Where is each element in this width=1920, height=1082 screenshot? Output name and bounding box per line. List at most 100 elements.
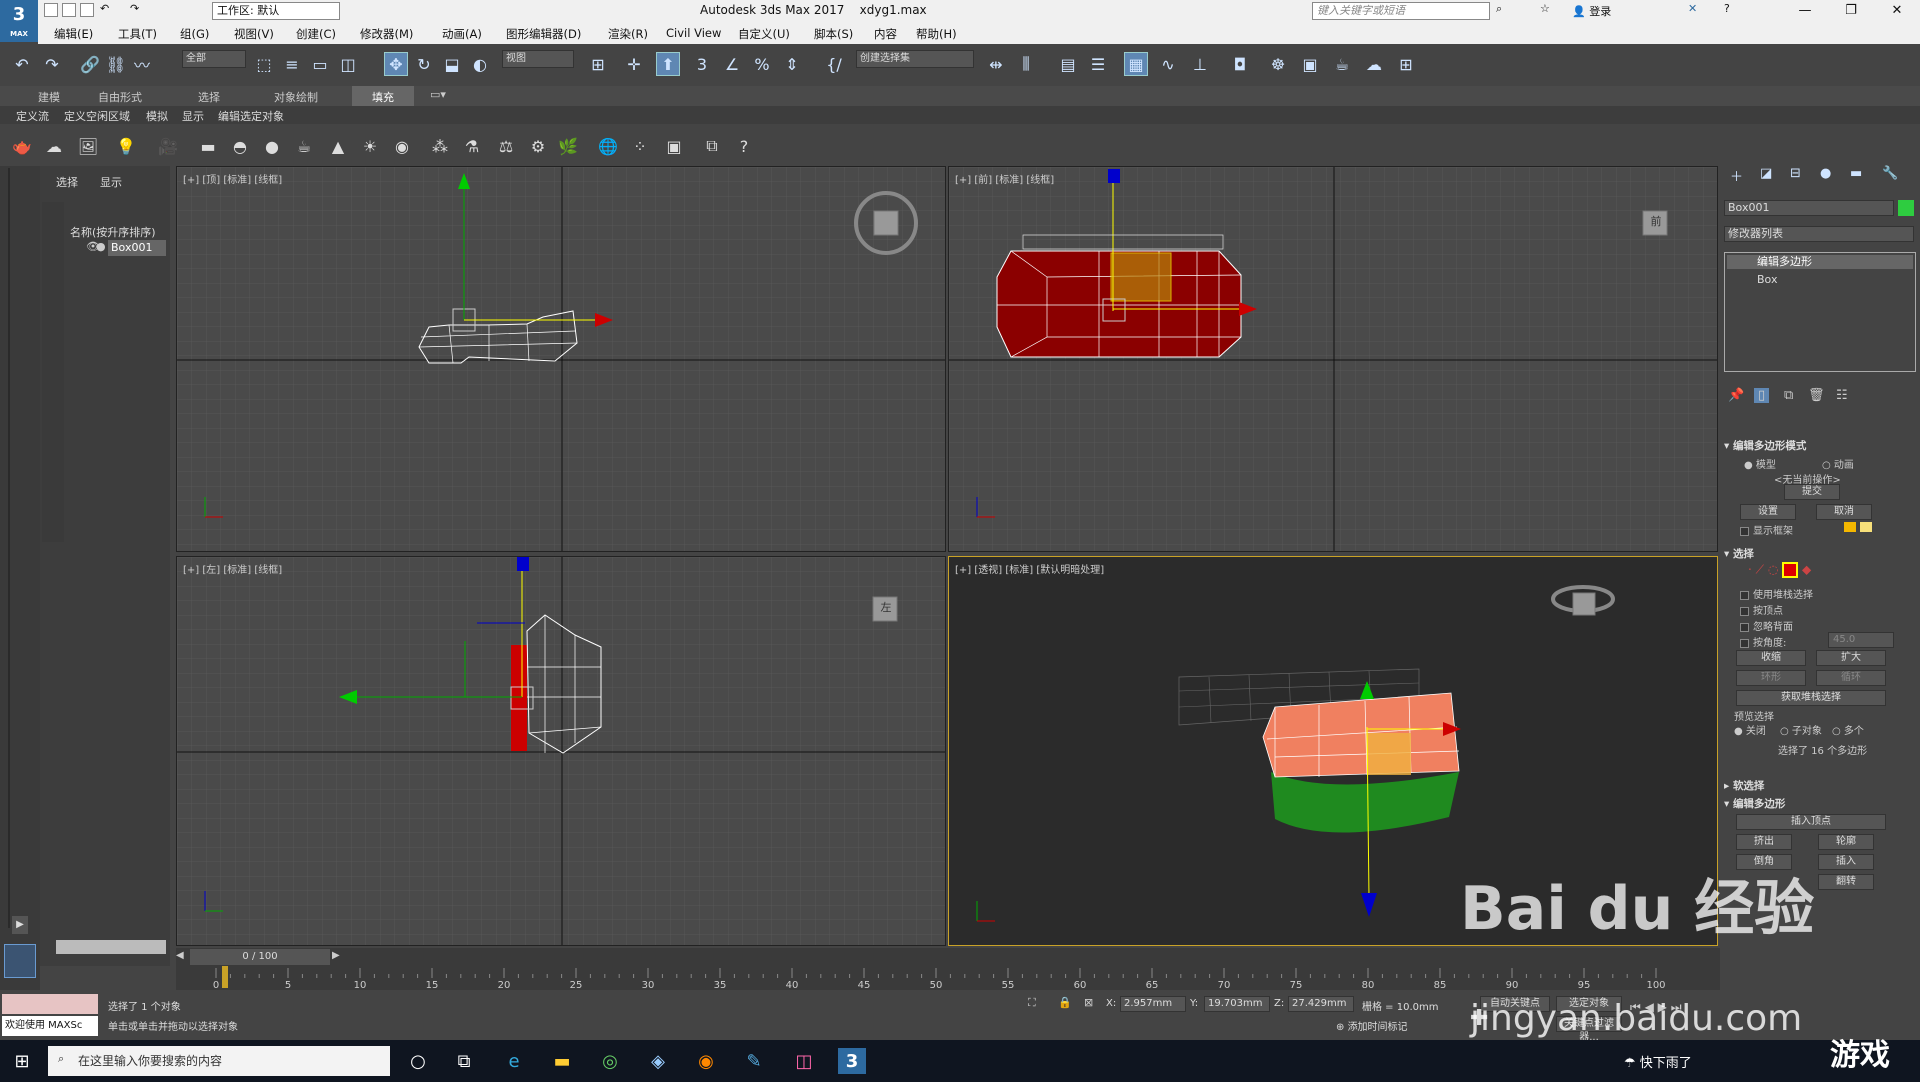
tab-modeling[interactable]: 建模: [38, 89, 60, 105]
scene-explorer-icon[interactable]: ☰: [1086, 52, 1110, 76]
select-by-name-icon[interactable]: ≡: [280, 52, 304, 76]
viewport-layout-icon[interactable]: [4, 944, 36, 978]
utilities-tab-icon[interactable]: 🔧: [1882, 166, 1898, 181]
close-button[interactable]: ✕: [1874, 0, 1920, 22]
move-icon[interactable]: ✥: [384, 52, 408, 76]
scene-tab-select[interactable]: 选择: [56, 174, 78, 190]
panel-simulate[interactable]: 模拟: [146, 108, 168, 124]
render-setup-icon[interactable]: ☸: [1266, 52, 1290, 76]
vertex-mode-icon[interactable]: ·: [1748, 563, 1752, 577]
render-frame-icon[interactable]: ▣: [1298, 52, 1322, 76]
panel-edit-selected[interactable]: 编辑选定对象: [218, 108, 284, 124]
radio-model[interactable]: ● 模型: [1744, 456, 1776, 471]
globe-icon[interactable]: 🌐: [596, 134, 620, 158]
app-icon-2[interactable]: ◈: [644, 1048, 672, 1074]
undo-icon[interactable]: ↶: [10, 52, 34, 76]
binoculars-icon[interactable]: ⌕: [1496, 2, 1502, 16]
viewport-left[interactable]: [+] [左] [标准] [线框] 左: [176, 556, 946, 946]
app-icon-4[interactable]: ◫: [790, 1048, 818, 1074]
x-coord-field[interactable]: 2.957mm: [1120, 996, 1186, 1012]
menu-create[interactable]: 创建(C): [296, 26, 336, 42]
rect-selection-icon[interactable]: ▭: [308, 52, 332, 76]
rotate-icon[interactable]: ↻: [412, 52, 436, 76]
add-time-tag[interactable]: ⊕ 添加时间标记: [1336, 1018, 1408, 1033]
modify-tab-icon[interactable]: ◪: [1760, 166, 1772, 181]
pivot-icon[interactable]: ⊞: [586, 52, 610, 76]
prev-frame-arrow-icon[interactable]: ◀: [176, 950, 190, 964]
flip-button[interactable]: 翻转: [1818, 874, 1874, 890]
camera-icon[interactable]: 🎥: [156, 134, 180, 158]
use-stack-selection-checkbox[interactable]: 使用堆栈选择: [1740, 586, 1813, 601]
unlink-icon[interactable]: ⛓: [104, 52, 128, 76]
menu-edit[interactable]: 编辑(E): [54, 26, 93, 42]
spinner-snap-icon[interactable]: ⇕: [780, 52, 804, 76]
particles-icon[interactable]: ⁂: [428, 134, 452, 158]
menu-animation[interactable]: 动画(A): [442, 26, 482, 42]
menu-graph-editors[interactable]: 图形编辑器(D): [506, 26, 581, 42]
sphere-icon[interactable]: ●: [260, 134, 284, 158]
edit-named-sel-icon[interactable]: {/: [822, 52, 846, 76]
abs-mode-icon[interactable]: ⊠: [1084, 996, 1093, 1009]
panel-display[interactable]: 显示: [182, 108, 204, 124]
star-icon[interactable]: ☆: [1540, 2, 1550, 15]
dots-icon[interactable]: ⁘: [628, 134, 652, 158]
scale-icon[interactable]: ⬓: [440, 52, 464, 76]
border-mode-icon[interactable]: ◌: [1768, 563, 1778, 577]
firefox-icon[interactable]: ◉: [692, 1048, 720, 1074]
grow-button[interactable]: 扩大: [1816, 650, 1886, 666]
render-cloud-icon[interactable]: ☁: [1362, 52, 1386, 76]
edge-mode-icon[interactable]: ⟋: [1756, 563, 1764, 577]
ribbon-toggle-icon[interactable]: ▦: [1124, 52, 1148, 76]
time-slider[interactable]: ◀ 0 / 100 ▶: [176, 948, 1720, 966]
minimize-button[interactable]: —: [1782, 0, 1828, 22]
undo-icon[interactable]: ↶: [100, 2, 109, 15]
3dsmax-taskbar-icon[interactable]: 3: [838, 1048, 866, 1074]
scene-item-box001[interactable]: Box001: [108, 240, 166, 256]
menu-modifiers[interactable]: 修改器(M): [360, 26, 413, 42]
maxscript-input[interactable]: 欢迎使用 MAXSc: [2, 1016, 98, 1036]
next-frame-arrow-icon[interactable]: ▶: [332, 950, 346, 964]
show-end-result-icon[interactable]: ▯: [1754, 388, 1770, 403]
particle-flow-icon[interactable]: ⚗: [460, 134, 484, 158]
track-bar[interactable]: 0 5 10 15 20 25 30 35 40 45 50 55 60 65 70 75 80 85 90 95 10…: [176, 966, 1720, 991]
maximize-button[interactable]: ❐: [1828, 0, 1874, 22]
app-icon-3[interactable]: ✎: [740, 1048, 768, 1074]
material-editor-icon[interactable]: ◘: [1228, 52, 1252, 76]
inset-button[interactable]: 插入: [1818, 854, 1874, 870]
taskbar-search-input[interactable]: 在这里输入你要搜索的内容: [48, 1046, 390, 1076]
schematic-icon[interactable]: ⊥: [1188, 52, 1212, 76]
outline-button[interactable]: 轮廓: [1818, 834, 1874, 850]
tab-populate[interactable]: 填充: [352, 86, 414, 108]
weight-icon[interactable]: ⚖: [494, 134, 518, 158]
gear-icon[interactable]: ⚙: [526, 134, 550, 158]
rollout-selection[interactable]: ▾ 选择: [1724, 546, 1754, 561]
show-cage-checkbox[interactable]: 显示框架: [1740, 522, 1793, 537]
menu-rendering[interactable]: 渲染(R): [608, 26, 648, 42]
y-coord-field[interactable]: 19.703mm: [1204, 996, 1270, 1012]
windows-start-icon[interactable]: ⊞: [8, 1048, 36, 1074]
panel-define-idle-areas[interactable]: 定义空闲区域: [64, 108, 130, 124]
weather-widget[interactable]: ☂ 快下雨了: [1624, 1052, 1692, 1071]
element-mode-icon[interactable]: ◆: [1802, 563, 1811, 577]
menu-group[interactable]: 组(G): [180, 26, 209, 42]
settings-button[interactable]: 设置: [1740, 504, 1796, 520]
time-slider-thumb[interactable]: 0 / 100: [190, 949, 330, 965]
app-icon-1[interactable]: ◎: [596, 1048, 624, 1074]
help-icon[interactable]: ?: [732, 134, 756, 158]
lock-icon[interactable]: 🔒: [1058, 996, 1072, 1009]
search-input[interactable]: 键入关键字或短语: [1312, 2, 1490, 20]
selection-filter-dropdown[interactable]: 全部: [182, 50, 246, 68]
make-unique-icon[interactable]: ⧉: [1784, 388, 1793, 403]
isolate-icon[interactable]: ⛶: [1028, 996, 1036, 1010]
preview-off-radio[interactable]: ● 关闭: [1734, 722, 1766, 737]
save-icon[interactable]: [80, 3, 94, 17]
hemisphere-icon[interactable]: ◓: [228, 134, 252, 158]
rollout-soft-selection[interactable]: ▸ 软选择: [1724, 778, 1764, 793]
workspace-select[interactable]: 工作区: 默认: [212, 2, 340, 20]
task-view-icon[interactable]: ⧉: [450, 1048, 478, 1074]
viewcube-left[interactable]: 左: [875, 599, 897, 615]
angle-spinner[interactable]: 45.0: [1828, 632, 1894, 648]
cortana-icon[interactable]: ○: [404, 1048, 432, 1074]
redo-icon[interactable]: ↷: [130, 2, 139, 15]
new-icon[interactable]: [44, 3, 58, 17]
